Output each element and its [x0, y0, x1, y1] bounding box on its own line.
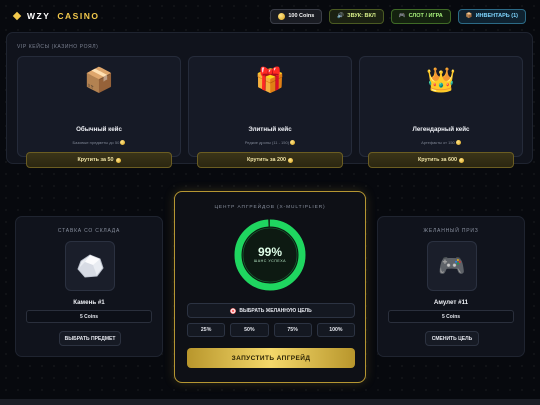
- stake-item-slot[interactable]: [65, 241, 115, 291]
- case-card-common: 📦 Обычный кейс Базовые предметы до 50 Кр…: [17, 56, 181, 168]
- upgrade-center-panel: ЦЕНТР АПГРЕЙДОВ (X-MULTIPLIER) 99% ШАНС …: [174, 191, 366, 383]
- success-chance-value: 99%: [257, 245, 283, 259]
- bottom-bar: [0, 399, 540, 405]
- inventory-button[interactable]: 📦 ИНВЕНТАРЬ (1): [457, 8, 526, 24]
- logo: WZY CASINO: [12, 11, 100, 21]
- stone-icon: [77, 254, 104, 278]
- coin-icon: [278, 12, 286, 20]
- spin-case-elite-button[interactable]: Крутить за 200: [197, 152, 343, 168]
- sound-toggle-button[interactable]: 🔊 ЗВУК: ВКЛ: [329, 8, 384, 24]
- success-chance-label: ШАНС УСПЕХА: [253, 259, 287, 263]
- top-bar: WZY CASINO 100 Coins 🔊 ЗВУК: ВКЛ 🎮 СЛОТ …: [0, 0, 540, 32]
- case-name: Элитный кейс: [248, 126, 292, 133]
- stake-item-price: 5 Coins: [26, 310, 152, 323]
- percent-buttons: 25% 50% 75% 100%: [187, 323, 355, 337]
- choose-item-button[interactable]: ВЫБРАТЬ ПРЕДМЕТ: [59, 331, 121, 346]
- spin-case-legendary-button[interactable]: Крутить за 600: [368, 152, 514, 168]
- desired-prize-name: Амулет #11: [433, 299, 469, 306]
- sound-toggle-label: ЗВУК: ВКЛ: [347, 13, 376, 19]
- stake-item-name: Камень #1: [73, 299, 105, 306]
- case-description: Редкие дропы (11 - 150): [189, 140, 351, 146]
- logo-text-primary: WZY: [27, 11, 51, 21]
- case-card-elite: 🎁 Элитный кейс Редкие дропы (11 - 150) К…: [188, 56, 352, 168]
- coins-balance-label: 100 Coins: [288, 13, 315, 19]
- mode-switch-label: СЛОТ / ИГРА: [408, 13, 443, 19]
- percent-25-button[interactable]: 25%: [187, 323, 226, 337]
- percent-50-button[interactable]: 50%: [230, 323, 269, 337]
- mode-switch-button[interactable]: 🎮 СЛОТ / ИГРА: [390, 8, 451, 24]
- case-name: Обычный кейс: [76, 126, 122, 133]
- spin-case-common-button[interactable]: Крутить за 50: [26, 152, 172, 168]
- gift-icon: 🎁: [255, 67, 285, 94]
- case-description: Базовые предметы до 50: [18, 140, 180, 146]
- cases-title: VIP КЕЙСЫ (КАЗИНО РОЯЛ): [17, 44, 99, 50]
- coin-icon: [288, 157, 294, 163]
- inventory-label: ИНВЕНТАРЬ (1): [475, 13, 518, 19]
- gamepad-icon: 🎮: [398, 13, 406, 19]
- desired-prize-title: ЖЕЛАННЫЙ ПРИЗ: [423, 228, 479, 234]
- vip-cases-panel: VIP КЕЙСЫ (КАЗИНО РОЯЛ) 📦 Обычный кейс Б…: [6, 32, 533, 168]
- launch-upgrade-button[interactable]: ЗАПУСТИТЬ АПГРЕЙД: [187, 348, 355, 368]
- choose-target-label: ВЫБРАТЬ ЖЕЛАННУЮ ЦЕЛЬ: [239, 307, 312, 314]
- diamond-icon: [12, 11, 22, 21]
- desired-prize-panel: ЖЕЛАННЫЙ ПРИЗ 🎮 Амулет #11 5 Coins СМЕНИ…: [377, 216, 525, 357]
- choose-target-button[interactable]: ВЫБРАТЬ ЖЕЛАННУЮ ЦЕЛЬ: [187, 303, 355, 318]
- change-target-button[interactable]: СМЕНИТЬ ЦЕЛЬ: [425, 331, 479, 346]
- box-icon: 📦: [465, 13, 473, 19]
- desired-prize-slot[interactable]: 🎮: [427, 241, 477, 291]
- coins-balance: 100 Coins: [270, 8, 323, 24]
- coin-icon: [120, 140, 126, 146]
- coin-icon: [455, 140, 461, 146]
- gamepad-icon: 🎮: [438, 253, 466, 278]
- stake-panel: СТАВКА СО СКЛАДА Камень #1 5 Coins ВЫБРА…: [15, 216, 163, 357]
- package-icon: 📦: [84, 67, 114, 94]
- success-chance-ring: 99% ШАНС УСПЕХА: [234, 219, 306, 291]
- case-description: Артефакты от 150: [360, 140, 522, 146]
- speaker-icon: 🔊: [337, 13, 345, 19]
- stake-panel-title: СТАВКА СО СКЛАДА: [57, 228, 121, 234]
- crown-icon: 👑: [426, 67, 456, 94]
- case-name: Легендарный кейс: [412, 126, 470, 133]
- coin-icon: [115, 157, 121, 163]
- coin-icon: [459, 157, 465, 163]
- percent-100-button[interactable]: 100%: [316, 323, 355, 337]
- coin-icon: [290, 140, 296, 146]
- upgrade-center-title: ЦЕНТР АПГРЕЙДОВ (X-MULTIPLIER): [214, 205, 326, 210]
- percent-75-button[interactable]: 75%: [273, 323, 312, 337]
- desired-prize-price: 5 Coins: [388, 310, 514, 323]
- target-icon: [230, 307, 237, 314]
- logo-text-secondary: CASINO: [57, 11, 100, 21]
- case-card-legendary: 👑 Легендарный кейс Артефакты от 150 Крут…: [359, 56, 523, 168]
